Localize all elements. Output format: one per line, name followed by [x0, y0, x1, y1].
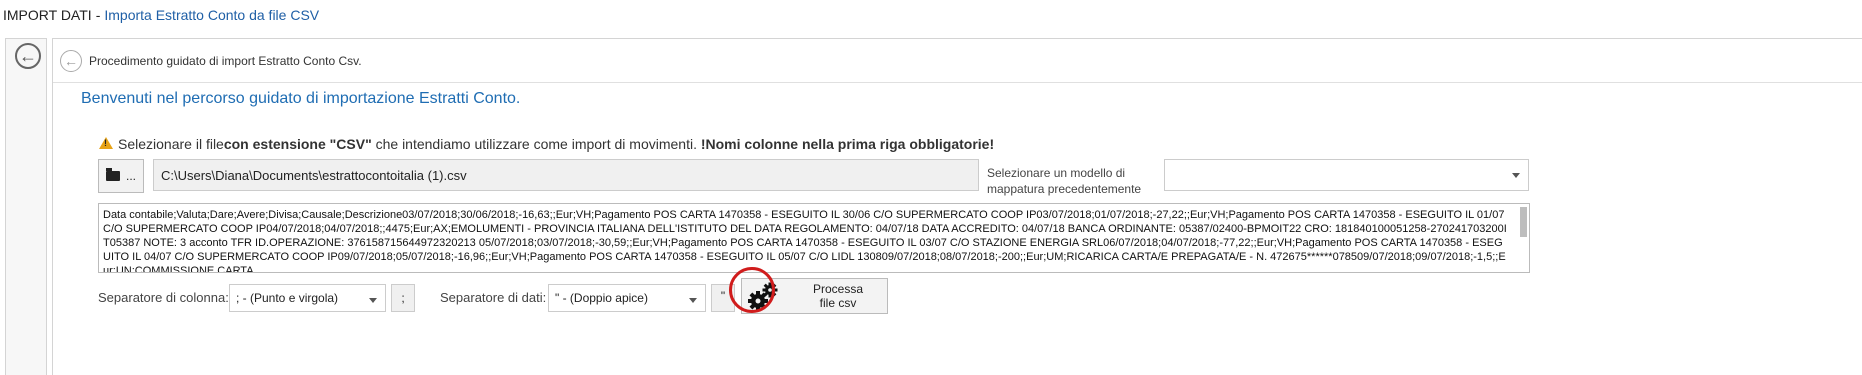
chevron-down-icon	[369, 298, 377, 303]
model-label: Selezionare un modello di mappatura prec…	[987, 166, 1142, 196]
back-arrow-icon[interactable]: ←	[60, 49, 82, 72]
data-separator-label: Separatore di dati:	[440, 290, 547, 305]
wizard-panel: ← Procedimento guidato di import Estratt…	[52, 38, 1862, 375]
hint-text-1: Selezionare il file	[118, 136, 224, 152]
browse-file-button[interactable]: ...	[98, 159, 144, 193]
data-separator-selected: " - (Doppio apice)	[555, 291, 648, 305]
file-hint: Selezionare il file con estensione "CSV"…	[99, 136, 994, 152]
column-separator-label: Separatore di colonna:	[98, 290, 229, 305]
process-csv-button[interactable]: Processa file csv	[741, 278, 888, 314]
gears-icon	[742, 279, 786, 315]
column-separator-value[interactable]: ;	[391, 284, 415, 312]
process-button-line2: file csv	[819, 296, 857, 310]
arrow-left-circle-icon[interactable]: ←	[15, 43, 41, 69]
column-separator-select[interactable]: ; - (Punto e virgola)	[229, 284, 386, 312]
process-button-label: Processa file csv	[788, 282, 888, 310]
welcome-heading: Benvenuti nel percorso guidato di import…	[81, 90, 521, 107]
chevron-down-icon	[1512, 173, 1520, 178]
hint-bold-2: !Nomi colonne nella prima riga obbligato…	[700, 136, 995, 152]
left-navigation-strip: ←	[5, 38, 47, 375]
title-sub: Importa Estratto Conto da file CSV	[104, 7, 320, 23]
process-button-line1: Processa	[812, 282, 864, 296]
wizard-header: ← Procedimento guidato di import Estratt…	[53, 39, 1862, 83]
title-main: IMPORT DATI	[3, 7, 92, 23]
csv-preview-text: Data contabile;Valuta;Dare;Avere;Divisa;…	[103, 209, 1507, 273]
data-separator-select[interactable]: " - (Doppio apice)	[548, 284, 706, 312]
title-bar: IMPORT DATI - Importa Estratto Conto da …	[0, 0, 1862, 30]
hint-bold-1: con estensione "CSV"	[223, 136, 372, 152]
hint-text-2: che intendiamo utilizzare come import di…	[371, 136, 701, 152]
browse-label: ...	[125, 169, 136, 183]
data-separator-value[interactable]: "	[711, 284, 735, 312]
file-path-field[interactable]: C:\Users\Diana\Documents\estrattocontoit…	[153, 159, 979, 191]
csv-preview-textarea[interactable]: Data contabile;Valuta;Dare;Avere;Divisa;…	[98, 203, 1530, 273]
warning-icon	[99, 137, 113, 149]
preview-scrollbar[interactable]	[1520, 207, 1527, 237]
chevron-down-icon	[689, 298, 697, 303]
title-separator: -	[95, 7, 101, 23]
folder-icon	[105, 168, 120, 181]
model-select[interactable]	[1164, 159, 1529, 191]
column-separator-selected: ; - (Punto e virgola)	[236, 291, 339, 305]
wizard-header-text: Procedimento guidato di import Estratto …	[89, 53, 362, 68]
